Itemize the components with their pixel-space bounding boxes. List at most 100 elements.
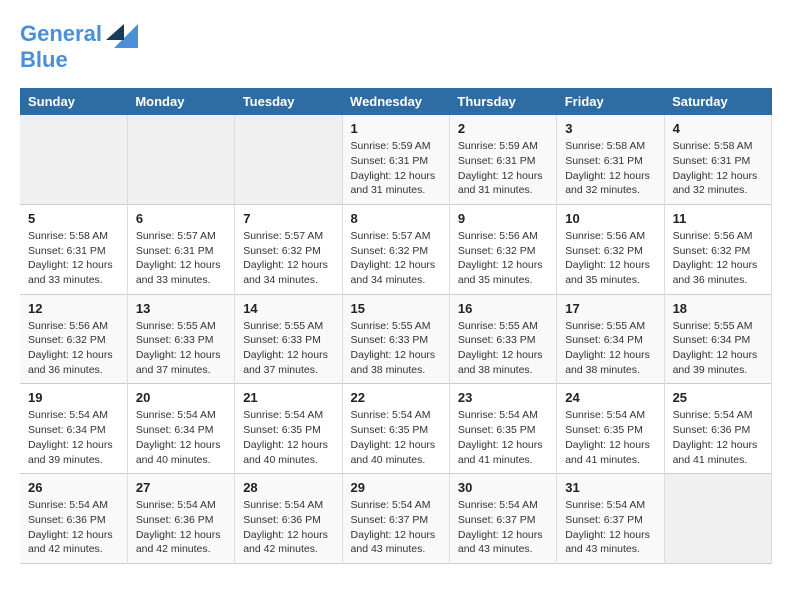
weekday-header: Tuesday [235, 88, 342, 115]
day-number: 11 [673, 211, 763, 226]
calendar-cell: 8 Sunrise: 5:57 AM Sunset: 6:32 PM Daylig… [342, 204, 449, 294]
day-info: Sunrise: 5:55 AM Sunset: 6:33 PM Dayligh… [351, 319, 441, 378]
calendar-cell [235, 115, 342, 204]
day-number: 25 [673, 390, 763, 405]
day-info: Sunrise: 5:56 AM Sunset: 6:32 PM Dayligh… [28, 319, 119, 378]
day-number: 7 [243, 211, 333, 226]
calendar-cell: 30Sunrise: 5:54 AM Sunset: 6:37 PM Dayli… [449, 474, 556, 564]
calendar-cell: 5 Sunrise: 5:58 AM Sunset: 6:31 PM Daylig… [20, 204, 127, 294]
calendar-cell: 14 Sunrise: 5:55 AM Sunset: 6:33 PM Dayli… [235, 294, 342, 384]
day-number: 29 [351, 480, 441, 495]
calendar-cell: 22Sunrise: 5:54 AM Sunset: 6:35 PM Dayli… [342, 384, 449, 474]
day-info: Sunrise: 5:54 AM Sunset: 6:36 PM Dayligh… [136, 498, 226, 557]
day-info: Sunrise: 5:55 AM Sunset: 6:33 PM Dayligh… [136, 319, 226, 378]
day-number: 13 [136, 301, 226, 316]
weekday-header: Wednesday [342, 88, 449, 115]
calendar-cell: 26Sunrise: 5:54 AM Sunset: 6:36 PM Dayli… [20, 474, 127, 564]
day-info: Sunrise: 5:57 AM Sunset: 6:31 PM Dayligh… [136, 229, 226, 288]
logo: General Blue [20, 20, 138, 72]
day-info: Sunrise: 5:54 AM Sunset: 6:35 PM Dayligh… [458, 408, 548, 467]
day-number: 31 [565, 480, 655, 495]
day-info: Sunrise: 5:55 AM Sunset: 6:33 PM Dayligh… [243, 319, 333, 378]
calendar-cell: 15 Sunrise: 5:55 AM Sunset: 6:33 PM Dayli… [342, 294, 449, 384]
day-number: 17 [565, 301, 655, 316]
day-number: 24 [565, 390, 655, 405]
day-info: Sunrise: 5:55 AM Sunset: 6:34 PM Dayligh… [673, 319, 763, 378]
calendar-cell: 13 Sunrise: 5:55 AM Sunset: 6:33 PM Dayli… [127, 294, 234, 384]
weekday-header: Sunday [20, 88, 127, 115]
calendar-cell: 16 Sunrise: 5:55 AM Sunset: 6:33 PM Dayli… [449, 294, 556, 384]
calendar-cell [664, 474, 771, 564]
day-info: Sunrise: 5:55 AM Sunset: 6:33 PM Dayligh… [458, 319, 548, 378]
calendar-cell: 29 Sunrise: 5:54 AM Sunset: 6:37 PM Dayli… [342, 474, 449, 564]
day-number: 2 [458, 121, 548, 136]
weekday-header: Thursday [449, 88, 556, 115]
day-info: Sunrise: 5:54 AM Sunset: 6:35 PM Dayligh… [565, 408, 655, 467]
day-number: 28 [243, 480, 333, 495]
calendar-cell: 1 Sunrise: 5:59 AM Sunset: 6:31 PM Daylig… [342, 115, 449, 204]
day-number: 5 [28, 211, 119, 226]
logo-text-blue: Blue [20, 48, 138, 72]
day-number: 20 [136, 390, 226, 405]
calendar-cell: 20 Sunrise: 5:54 AM Sunset: 6:34 PM Dayli… [127, 384, 234, 474]
day-info: Sunrise: 5:58 AM Sunset: 6:31 PM Dayligh… [673, 139, 763, 198]
day-number: 12 [28, 301, 119, 316]
day-number: 19 [28, 390, 119, 405]
day-info: Sunrise: 5:57 AM Sunset: 6:32 PM Dayligh… [351, 229, 441, 288]
day-number: 4 [673, 121, 763, 136]
weekday-header: Saturday [664, 88, 771, 115]
day-number: 14 [243, 301, 333, 316]
day-number: 10 [565, 211, 655, 226]
calendar-cell: 3Sunrise: 5:58 AM Sunset: 6:31 PM Daylig… [557, 115, 664, 204]
day-number: 30 [458, 480, 548, 495]
calendar-cell: 24 Sunrise: 5:54 AM Sunset: 6:35 PM Dayli… [557, 384, 664, 474]
day-info: Sunrise: 5:54 AM Sunset: 6:37 PM Dayligh… [351, 498, 441, 557]
calendar-week-row: 12 Sunrise: 5:56 AM Sunset: 6:32 PM Dayli… [20, 294, 772, 384]
calendar-cell: 6Sunrise: 5:57 AM Sunset: 6:31 PM Daylig… [127, 204, 234, 294]
day-number: 8 [351, 211, 441, 226]
calendar-cell: 10 Sunrise: 5:56 AM Sunset: 6:32 PM Dayli… [557, 204, 664, 294]
day-info: Sunrise: 5:54 AM Sunset: 6:34 PM Dayligh… [28, 408, 119, 467]
calendar-cell: 2Sunrise: 5:59 AM Sunset: 6:31 PM Daylig… [449, 115, 556, 204]
day-info: Sunrise: 5:56 AM Sunset: 6:32 PM Dayligh… [673, 229, 763, 288]
logo-icon [106, 20, 138, 48]
calendar-table: SundayMondayTuesdayWednesdayThursdayFrid… [20, 88, 772, 564]
calendar-cell [20, 115, 127, 204]
calendar-cell: 18 Sunrise: 5:55 AM Sunset: 6:34 PM Dayli… [664, 294, 771, 384]
day-info: Sunrise: 5:54 AM Sunset: 6:37 PM Dayligh… [565, 498, 655, 557]
calendar-cell: 31 Sunrise: 5:54 AM Sunset: 6:37 PM Dayli… [557, 474, 664, 564]
calendar-cell: 17 Sunrise: 5:55 AM Sunset: 6:34 PM Dayli… [557, 294, 664, 384]
calendar-week-row: 5 Sunrise: 5:58 AM Sunset: 6:31 PM Daylig… [20, 204, 772, 294]
calendar-cell: 25Sunrise: 5:54 AM Sunset: 6:36 PM Dayli… [664, 384, 771, 474]
day-number: 27 [136, 480, 226, 495]
day-number: 18 [673, 301, 763, 316]
calendar-cell: 23 Sunrise: 5:54 AM Sunset: 6:35 PM Dayli… [449, 384, 556, 474]
day-number: 15 [351, 301, 441, 316]
day-info: Sunrise: 5:58 AM Sunset: 6:31 PM Dayligh… [28, 229, 119, 288]
page-header: General Blue [20, 20, 772, 72]
day-info: Sunrise: 5:56 AM Sunset: 6:32 PM Dayligh… [565, 229, 655, 288]
day-number: 16 [458, 301, 548, 316]
logo-text: General [20, 22, 102, 46]
day-info: Sunrise: 5:59 AM Sunset: 6:31 PM Dayligh… [351, 139, 441, 198]
day-info: Sunrise: 5:54 AM Sunset: 6:35 PM Dayligh… [243, 408, 333, 467]
calendar-week-row: 19 Sunrise: 5:54 AM Sunset: 6:34 PM Dayli… [20, 384, 772, 474]
calendar-cell: 27 Sunrise: 5:54 AM Sunset: 6:36 PM Dayli… [127, 474, 234, 564]
day-info: Sunrise: 5:54 AM Sunset: 6:35 PM Dayligh… [351, 408, 441, 467]
calendar-cell: 19 Sunrise: 5:54 AM Sunset: 6:34 PM Dayli… [20, 384, 127, 474]
calendar-cell: 28Sunrise: 5:54 AM Sunset: 6:36 PM Dayli… [235, 474, 342, 564]
day-number: 1 [351, 121, 441, 136]
weekday-header: Monday [127, 88, 234, 115]
calendar-cell: 7Sunrise: 5:57 AM Sunset: 6:32 PM Daylig… [235, 204, 342, 294]
day-number: 23 [458, 390, 548, 405]
day-number: 26 [28, 480, 119, 495]
day-info: Sunrise: 5:54 AM Sunset: 6:34 PM Dayligh… [136, 408, 226, 467]
day-info: Sunrise: 5:55 AM Sunset: 6:34 PM Dayligh… [565, 319, 655, 378]
calendar-cell: 21 Sunrise: 5:54 AM Sunset: 6:35 PM Dayli… [235, 384, 342, 474]
calendar-week-row: 26 Sunrise: 5:54 AM Sunset: 6:36 PM Dayli… [20, 474, 772, 564]
day-number: 21 [243, 390, 333, 405]
day-info: Sunrise: 5:56 AM Sunset: 6:32 PM Dayligh… [458, 229, 548, 288]
day-info: Sunrise: 5:58 AM Sunset: 6:31 PM Dayligh… [565, 139, 655, 198]
calendar-header-row: SundayMondayTuesdayWednesdayThursdayFrid… [20, 88, 772, 115]
calendar-cell [127, 115, 234, 204]
